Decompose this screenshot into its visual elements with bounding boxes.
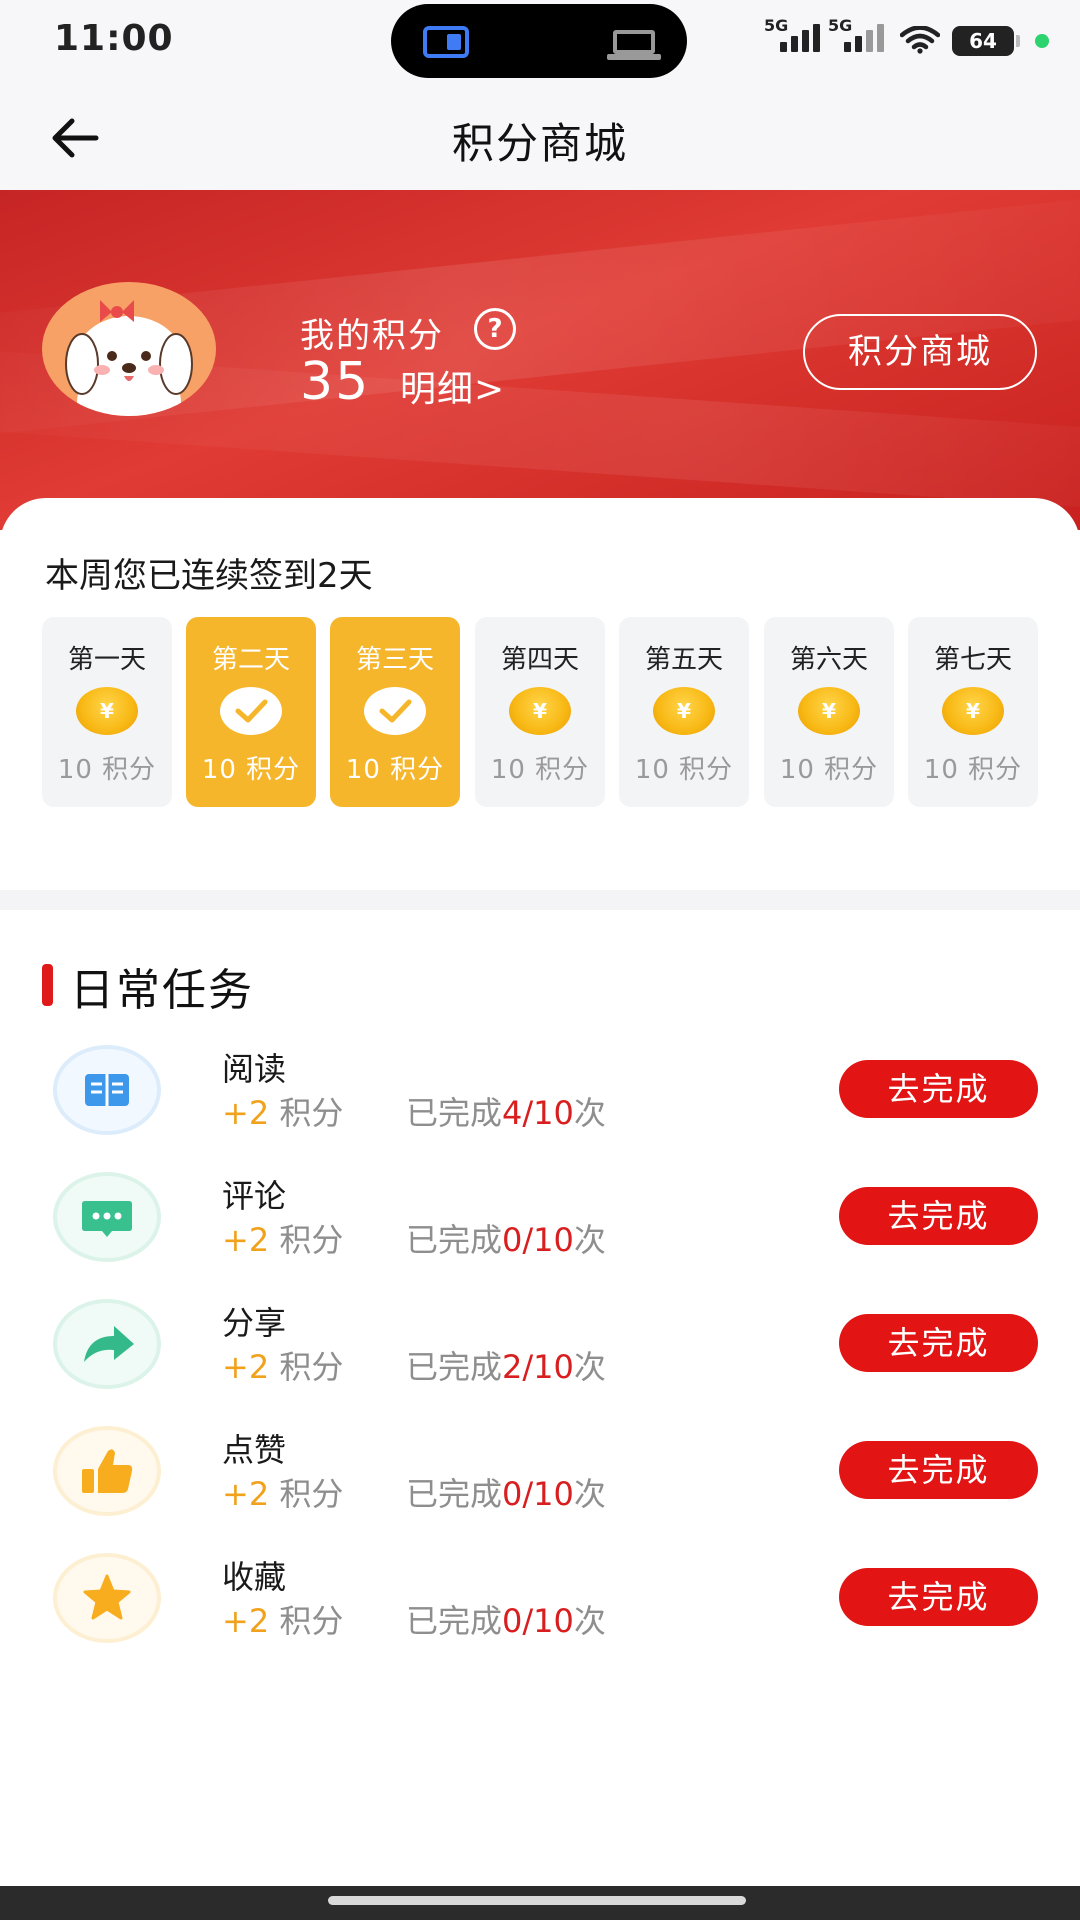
- help-icon[interactable]: ?: [474, 308, 516, 350]
- coin-icon: ¥: [76, 687, 138, 735]
- day-points: 10 积分: [923, 755, 1023, 785]
- system-nav-bar: [0, 1886, 1080, 1920]
- share-icon: [53, 1299, 161, 1389]
- day-points: 10 积分: [779, 755, 879, 785]
- day-name: 第二天: [211, 645, 290, 675]
- task-progress: 已完成0/10次: [406, 1602, 606, 1640]
- section-accent-bar: [42, 964, 53, 1006]
- points-detail-link[interactable]: 明细>: [400, 360, 505, 412]
- task-complete-button[interactable]: 去完成: [839, 1314, 1038, 1372]
- checkin-day-list: 第一天 ¥ 10 积分 第二天 10 积分 第三天 10 积分 第四天 ¥ 10…: [42, 617, 1038, 807]
- coin-icon: ¥: [942, 687, 1004, 735]
- task-reward: +2 积分: [222, 1602, 344, 1640]
- day-points: 10 积分: [201, 755, 301, 785]
- daily-tasks-title: 日常任务: [70, 965, 254, 1016]
- task-reward: +2 积分: [222, 1094, 344, 1132]
- nav-bar: 积分商城: [0, 80, 1080, 190]
- dynamic-island: [391, 4, 687, 78]
- task-row-comment: 评论 +2 积分 已完成0/10次 去完成: [0, 1167, 1080, 1287]
- section-divider: [0, 890, 1080, 910]
- task-progress: 已完成0/10次: [406, 1475, 606, 1513]
- status-time: 11:00: [54, 18, 174, 59]
- day-name: 第四天: [500, 645, 579, 675]
- task-row-like: 点赞 +2 积分 已完成0/10次 去完成: [0, 1421, 1080, 1541]
- checkin-day[interactable]: 第六天 ¥ 10 积分: [764, 617, 894, 807]
- my-points-label: 我的积分: [300, 316, 444, 356]
- puppy-avatar-icon: [65, 300, 193, 416]
- day-points: 10 积分: [634, 755, 734, 785]
- task-reward: +2 积分: [222, 1221, 344, 1259]
- checkin-day[interactable]: 第二天 10 积分: [186, 617, 316, 807]
- coin-icon: ¥: [509, 687, 571, 735]
- points-header: 我的积分 ? 35 明细> 积分商城: [0, 190, 1080, 530]
- task-row-share: 分享 +2 积分 已完成2/10次 去完成: [0, 1294, 1080, 1414]
- comment-icon: [53, 1172, 161, 1262]
- task-complete-button[interactable]: 去完成: [839, 1187, 1038, 1245]
- check-icon: [364, 687, 426, 735]
- points-mall-button[interactable]: 积分商城: [803, 314, 1037, 390]
- day-name: 第一天: [67, 645, 146, 675]
- checkin-day[interactable]: 第五天 ¥ 10 积分: [619, 617, 749, 807]
- task-name: 收藏: [222, 1558, 287, 1596]
- day-name: 第五天: [644, 645, 723, 675]
- day-points: 10 积分: [345, 755, 445, 785]
- coin-icon: ¥: [653, 687, 715, 735]
- day-points: 10 积分: [57, 755, 157, 785]
- wifi-icon: [900, 26, 940, 54]
- checkin-title: 本周您已连续签到2天: [45, 556, 373, 596]
- privacy-dot-icon: [1035, 34, 1049, 48]
- task-row-favorite: 收藏 +2 积分 已完成0/10次 去完成: [0, 1548, 1080, 1668]
- signal-icon: 5G: [764, 16, 820, 58]
- task-row-read: 阅读 +2 积分 已完成4/10次 去完成: [0, 1040, 1080, 1160]
- task-name: 评论: [222, 1177, 287, 1215]
- checkin-day[interactable]: 第三天 10 积分: [330, 617, 460, 807]
- screen-mirror-icon: [423, 26, 469, 58]
- laptop-icon: [607, 30, 661, 60]
- points-value: 35: [300, 352, 371, 412]
- status-bar: 11:00 5G 5G 64: [0, 0, 1080, 80]
- task-progress: 已完成4/10次: [406, 1094, 606, 1132]
- page-title: 积分商城: [451, 119, 628, 168]
- day-name: 第七天: [933, 645, 1012, 675]
- task-complete-button[interactable]: 去完成: [839, 1441, 1038, 1499]
- star-icon: [53, 1553, 161, 1643]
- checkin-day[interactable]: 第四天 ¥ 10 积分: [475, 617, 605, 807]
- avatar[interactable]: [42, 282, 216, 416]
- task-progress: 已完成2/10次: [406, 1348, 606, 1386]
- checkin-card: 本周您已连续签到2天 第一天 ¥ 10 积分 第二天 10 积分 第三天 10 …: [0, 498, 1080, 890]
- task-reward: +2 积分: [222, 1475, 344, 1513]
- battery-icon: 64: [952, 26, 1020, 56]
- checkin-day[interactable]: 第一天 ¥ 10 积分: [42, 617, 172, 807]
- coin-icon: ¥: [798, 687, 860, 735]
- task-progress: 已完成0/10次: [406, 1221, 606, 1259]
- task-complete-button[interactable]: 去完成: [839, 1060, 1038, 1118]
- book-icon: [53, 1045, 161, 1135]
- thumbs-up-icon: [53, 1426, 161, 1516]
- signal-icon-2: 5G: [828, 16, 884, 58]
- day-name: 第三天: [355, 645, 434, 675]
- task-name: 分享: [222, 1304, 287, 1342]
- task-reward: +2 积分: [222, 1348, 344, 1386]
- day-points: 10 积分: [490, 755, 590, 785]
- task-complete-button[interactable]: 去完成: [839, 1568, 1038, 1626]
- task-name: 阅读: [222, 1050, 287, 1088]
- task-name: 点赞: [222, 1431, 287, 1469]
- day-name: 第六天: [789, 645, 868, 675]
- check-icon: [220, 687, 282, 735]
- checkin-day[interactable]: 第七天 ¥ 10 积分: [908, 617, 1038, 807]
- home-indicator[interactable]: [328, 1896, 746, 1905]
